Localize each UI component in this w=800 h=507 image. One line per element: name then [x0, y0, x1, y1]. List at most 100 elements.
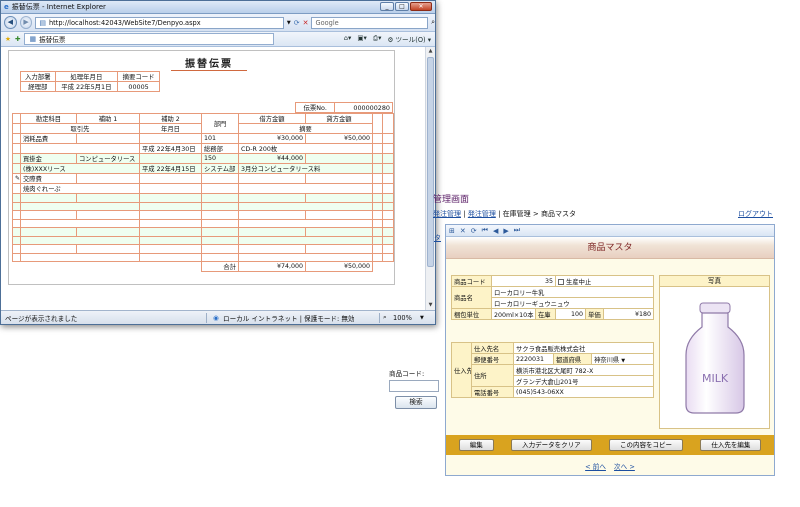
stock-value[interactable]: 100 — [555, 308, 587, 320]
zone-text[interactable]: ローカル イントラネット | 保護モード: 無効 — [223, 313, 355, 323]
dept-name-cell[interactable] — [201, 183, 239, 194]
close-button[interactable]: ✕ — [774, 124, 796, 133]
tab-label[interactable]: rape商品管理画面 — [433, 156, 488, 166]
dept-name-cell[interactable]: 総務部 — [201, 143, 239, 154]
kana-value[interactable]: ローカロリーギュウニュウ — [490, 297, 655, 309]
print-icon[interactable]: ⎙▾ — [373, 34, 382, 44]
feeds-icon[interactable]: ▣▾ — [357, 34, 367, 44]
date-cell[interactable] — [139, 183, 202, 194]
edit-supplier-button[interactable]: 仕入先を編集 — [700, 439, 762, 451]
table-row[interactable] — [12, 201, 394, 211]
vertical-scrollbar[interactable]: ▲ ▼ — [425, 47, 435, 310]
dropdown-icon[interactable]: ▼ — [648, 142, 652, 148]
close-button[interactable]: ✕ — [410, 2, 432, 11]
sub1-cell[interactable] — [76, 173, 140, 184]
scroll-thumb[interactable] — [427, 57, 434, 267]
dept-code-cell[interactable]: 101 — [201, 133, 239, 144]
table-row[interactable] — [12, 235, 394, 245]
stop-icon[interactable]: ✕ — [664, 141, 670, 149]
stop-icon[interactable]: ✕ — [303, 19, 309, 27]
clear-button[interactable]: 入力データをクリア — [511, 439, 592, 451]
add-record-icon[interactable]: ⊞ — [449, 227, 455, 235]
account-cell[interactable]: 消耗品費 — [20, 133, 77, 144]
maximize-button[interactable]: □ — [759, 124, 773, 133]
sub2-cell[interactable] — [139, 153, 202, 164]
sub1-cell[interactable]: コンピュータリース — [76, 153, 140, 164]
memo-code-value[interactable]: 00005 — [117, 81, 160, 92]
credit-cell[interactable]: ¥50,000 — [305, 133, 373, 144]
discontinued-checkbox[interactable] — [558, 278, 565, 285]
name-value[interactable]: ローカロリー牛乳 — [490, 286, 655, 298]
address-bar[interactable]: localhost:42043/WebSite7/Shohin.aspx — [433, 138, 645, 151]
title-bar[interactable]: 画面 - Internet Explorer _ □ ✕ — [377, 123, 799, 136]
nav-link-order2[interactable]: 発注管理 — [468, 210, 496, 218]
sub1-cell[interactable] — [76, 133, 140, 144]
partner-cell[interactable]: 焼肉ぐれーぷ — [20, 183, 140, 194]
pref-select[interactable]: 神奈川県 ▼ — [590, 353, 655, 365]
table-row[interactable] — [12, 244, 394, 254]
table-row[interactable]: 焼肉ぐれーぷ — [12, 183, 394, 194]
prev-page-link[interactable]: < 前へ — [585, 463, 606, 471]
last-record-icon[interactable]: ⏭ — [514, 226, 520, 235]
table-row[interactable] — [12, 193, 394, 203]
nav-link-order[interactable]: 発注管理 — [433, 210, 461, 218]
table-row[interactable] — [12, 210, 394, 220]
scroll-down-icon[interactable]: ▼ — [426, 301, 435, 310]
addr2-value[interactable]: グランデ大倉山201号 — [512, 375, 655, 387]
delete-record-icon[interactable]: ✕ — [460, 227, 466, 235]
prev-record-icon[interactable]: ◀ — [493, 227, 498, 235]
unit-value[interactable]: 200ml×10本 — [491, 308, 536, 320]
table-row[interactable] — [12, 252, 394, 262]
dept-name-cell[interactable]: システム部 — [201, 163, 239, 174]
tab-denpyo[interactable]: ▦ 振替伝票 — [24, 33, 275, 45]
side-link-fragment[interactable]: タ — [434, 233, 441, 243]
back-button[interactable]: ◀ — [4, 16, 17, 29]
first-record-icon[interactable]: ⏮ — [482, 226, 488, 235]
logout-link[interactable]: ログアウト — [738, 209, 773, 219]
scroll-up-icon[interactable]: ▲ — [426, 47, 435, 56]
zoom-level[interactable]: 100% — [393, 314, 412, 322]
maximize-button[interactable]: □ — [395, 2, 409, 11]
product-code-input[interactable] — [389, 380, 439, 392]
copy-button[interactable]: この内容をコピー — [608, 439, 683, 451]
search-input[interactable]: Google — [672, 138, 763, 151]
refresh-icon[interactable]: ⟳ — [655, 141, 661, 149]
table-row[interactable]: (株)XXXリース 平成 22年4月15日 システム部 3月分コンピュータリース… — [12, 163, 394, 174]
slip-no-value[interactable]: 000000280 — [334, 102, 393, 113]
table-row[interactable] — [12, 227, 394, 237]
memo-cell[interactable] — [238, 183, 373, 194]
debit-cell[interactable]: ¥30,000 — [238, 133, 306, 144]
table-row[interactable]: ✎ 交際費 — [12, 173, 394, 184]
addr1-value[interactable]: 横浜市港北区大尾町 782-X — [512, 364, 655, 376]
code-value[interactable]: 35 — [490, 275, 557, 287]
tools-menu[interactable]: ⚙ ツール(O) ▾ — [387, 34, 431, 44]
dept-code-cell[interactable]: 150 — [201, 153, 239, 164]
zoom-dropdown-icon[interactable]: ▼ — [781, 497, 785, 503]
search-button[interactable]: 検索 — [395, 396, 437, 409]
search-icon[interactable]: ⌕ — [431, 18, 435, 27]
refresh-icon[interactable]: ⟳ — [294, 19, 300, 27]
credit-cell[interactable] — [305, 173, 373, 184]
address-bar[interactable]: ▤ http://localhost:42043/WebSite7/Denpyo… — [35, 16, 284, 29]
next-page-link[interactable]: 次へ > — [614, 463, 635, 471]
debit-cell[interactable]: ¥44,000 — [238, 153, 306, 164]
next-record-icon[interactable]: ▶ — [503, 227, 508, 235]
add-favorite-icon[interactable]: ✚ — [15, 35, 21, 43]
table-row[interactable]: 消耗品費 101 ¥30,000 ¥50,000 — [12, 133, 394, 144]
date-cell[interactable]: 平成 22年4月15日 — [139, 163, 202, 174]
print-icon[interactable]: ⎙▾ — [737, 156, 746, 166]
sub2-cell[interactable] — [139, 173, 202, 184]
minimize-button[interactable]: _ — [744, 124, 758, 133]
zoom-level[interactable]: 100% — [753, 496, 772, 504]
zip-value[interactable]: 2220031 — [513, 353, 554, 365]
account-cell[interactable]: 買掛金 — [20, 153, 77, 164]
table-row[interactable]: 平成 22年4月30日 総務部 CD-R 200枚 — [12, 143, 394, 154]
date-cell[interactable]: 平成 22年4月30日 — [139, 143, 202, 154]
account-cell[interactable]: 交際費 — [20, 173, 77, 184]
tel-value[interactable]: (045)543-06XX — [512, 386, 655, 398]
search-input[interactable]: Google — [311, 16, 429, 29]
sub2-cell[interactable] — [139, 133, 202, 144]
home-icon[interactable]: ⌂▾ — [344, 34, 352, 44]
zone-text[interactable]: ローカル イントラネット | 保護モード: 無効 — [583, 495, 715, 505]
memo-cell[interactable]: 3月分コンピュータリース料 — [238, 163, 373, 174]
